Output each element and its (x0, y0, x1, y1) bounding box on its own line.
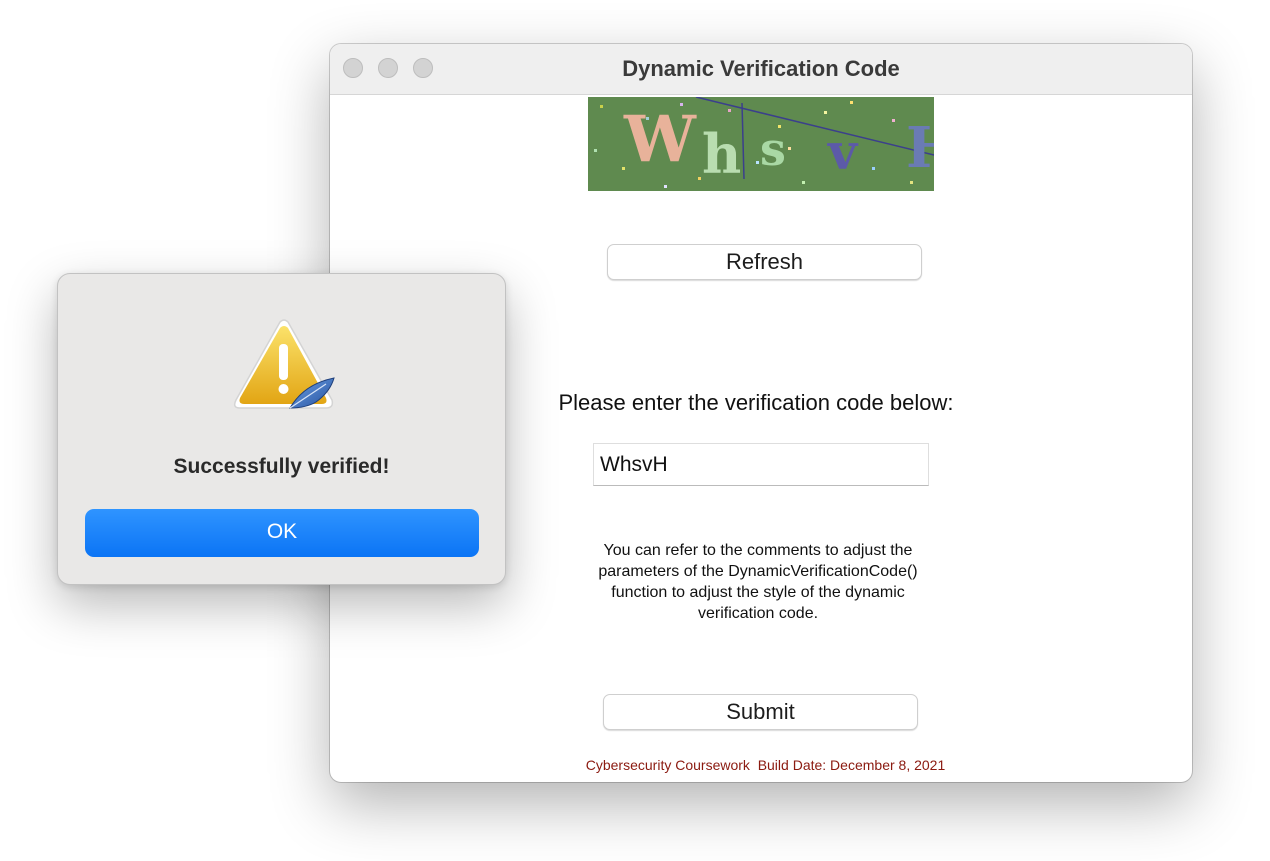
captcha-char: v (827, 122, 859, 181)
help-line: You can refer to the comments to adjust … (603, 542, 913, 559)
captcha-image: W h s v H (588, 97, 934, 191)
captcha-char: h (702, 122, 741, 186)
submit-button[interactable]: Submit (603, 694, 918, 730)
captcha-char: s (760, 122, 786, 176)
verification-code-input[interactable]: WhsvH (593, 443, 929, 486)
alert-message: Successfully verified! (173, 455, 390, 478)
window-title: Dynamic Verification Code (622, 56, 900, 81)
captcha-char: H (906, 115, 934, 181)
captcha-char: W (623, 102, 697, 177)
help-line: function to adjust the style of the dyna… (611, 584, 905, 601)
help-line: verification code. (697, 605, 819, 622)
help-line: parameters of the DynamicVerificationCod… (598, 563, 918, 580)
help-text: You can refer to the comments to adjust … (548, 540, 968, 624)
title-bar[interactable]: Dynamic Verification Code (330, 44, 1192, 95)
alert-dialog: Successfully verified! OK (57, 273, 506, 585)
warning-icon (233, 319, 335, 409)
refresh-button[interactable]: Refresh (607, 244, 922, 280)
footer-text: Cybersecurity Coursework Build Date: Dec… (585, 757, 946, 773)
ok-button[interactable]: OK (85, 509, 479, 557)
